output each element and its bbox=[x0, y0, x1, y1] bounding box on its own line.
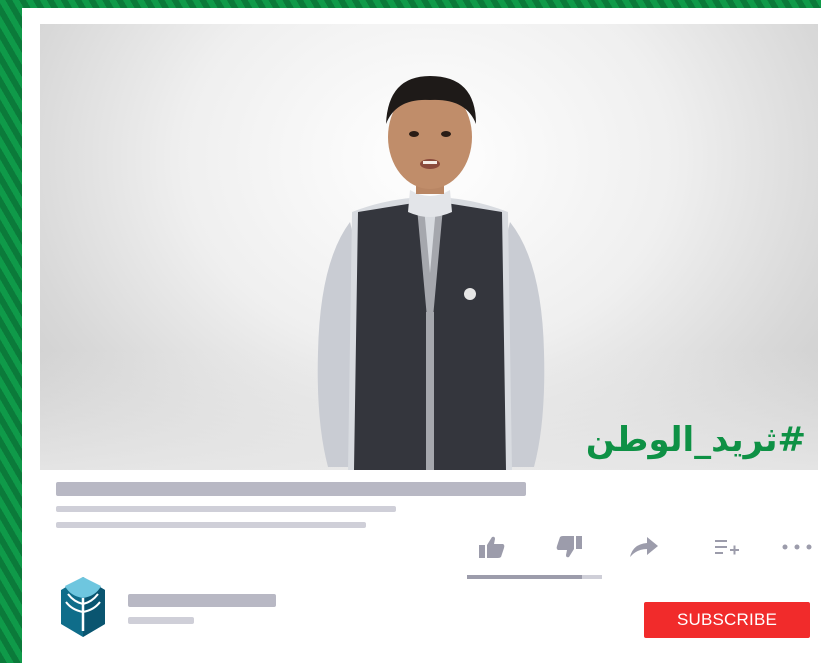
video-player[interactable]: #ثريد_الوطن bbox=[40, 24, 818, 470]
subscriber-count-placeholder bbox=[128, 617, 194, 624]
meta-placeholder bbox=[56, 522, 366, 528]
more-dots-icon[interactable] bbox=[777, 533, 817, 561]
thumbs-down-icon[interactable] bbox=[554, 533, 584, 561]
action-bar bbox=[477, 533, 821, 563]
add-to-playlist-icon[interactable] bbox=[712, 533, 742, 561]
video-thumbnail-person bbox=[317, 76, 545, 470]
like-ratio-fill bbox=[467, 575, 582, 579]
subscribe-button[interactable]: SUBSCRIBE bbox=[644, 602, 810, 638]
like-ratio-bar bbox=[467, 575, 602, 579]
thumbs-up-icon[interactable] bbox=[477, 533, 507, 561]
video-card: #ثريد_الوطن SUBSCRIBE bbox=[22, 8, 821, 663]
title-placeholder bbox=[56, 482, 526, 496]
hashtag-overlay: #ثريد_الوطن bbox=[585, 420, 806, 460]
bank-logo-icon[interactable] bbox=[60, 576, 106, 638]
subtitle-placeholder bbox=[56, 506, 396, 512]
share-arrow-icon[interactable] bbox=[629, 533, 659, 561]
channel-name-placeholder bbox=[128, 594, 276, 607]
